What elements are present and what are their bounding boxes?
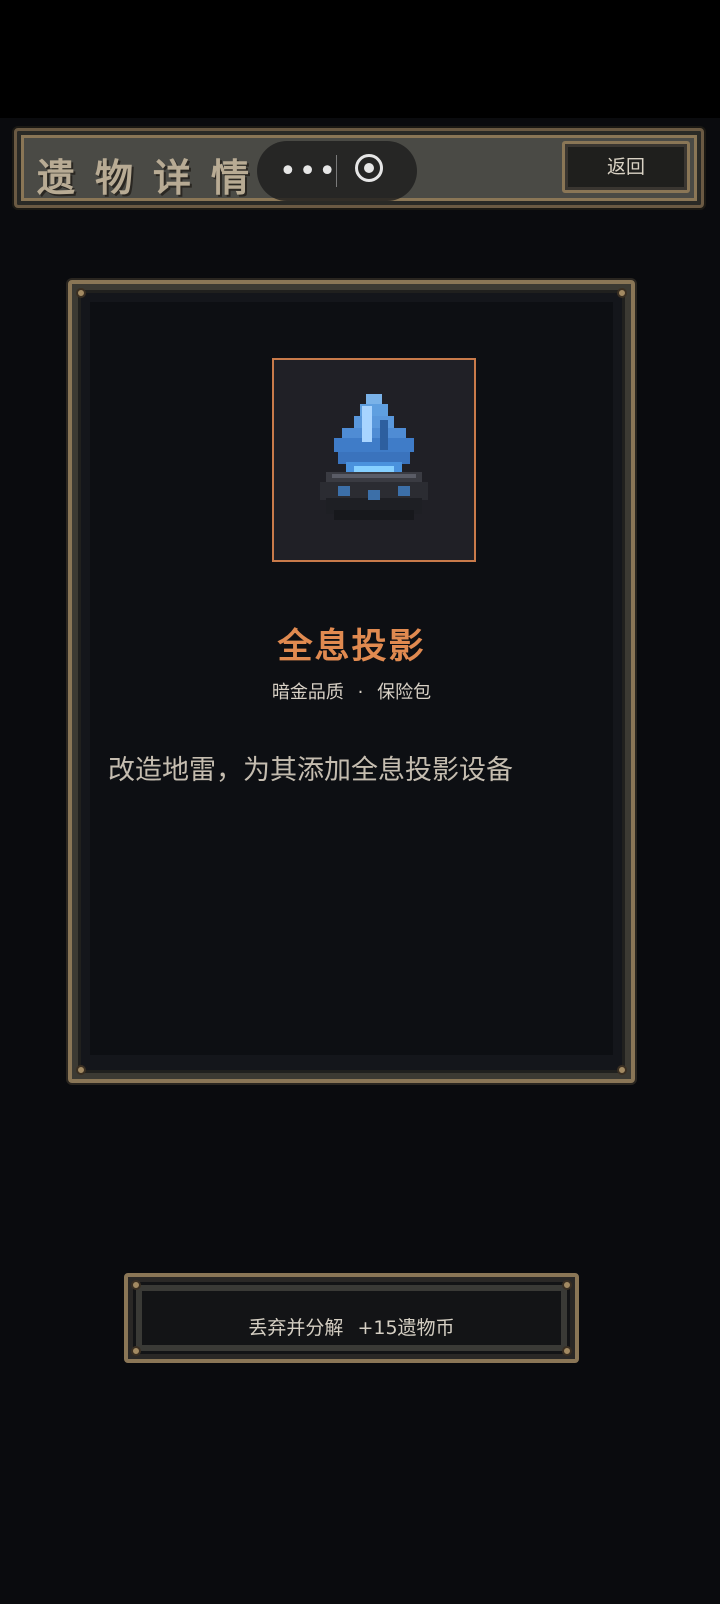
- miniprogram-capsule: •••: [257, 141, 417, 201]
- close-target-icon[interactable]: [355, 154, 383, 182]
- relic-detail-card: 全息投影 暗金品质 · 保险包 改造地雷，为其添加全息投影设备: [68, 280, 635, 1083]
- back-button[interactable]: 返回: [562, 141, 690, 193]
- relic-icon-frame: [272, 358, 476, 562]
- corner-rivet: [131, 1280, 141, 1290]
- corner-rivet: [562, 1346, 572, 1356]
- card-content: 全息投影 暗金品质 · 保险包 改造地雷，为其添加全息投影设备: [90, 302, 613, 1055]
- relic-quality: 暗金品质: [271, 682, 344, 703]
- corner-rivet: [131, 1346, 141, 1356]
- hologram-projector-icon: [320, 394, 428, 520]
- relic-meta: 暗金品质 · 保险包: [90, 678, 613, 704]
- discard-decompose-button[interactable]: 丢弃并分解 +15遗物币: [124, 1273, 579, 1363]
- corner-rivet: [562, 1280, 572, 1290]
- discard-label: 丢弃并分解 +15遗物币: [248, 1317, 455, 1339]
- meta-separator: ·: [357, 682, 364, 703]
- page-title: 遗物详情: [37, 156, 270, 200]
- corner-rivet: [617, 288, 627, 298]
- discard-button-face: 丢弃并分解 +15遗物币: [142, 1291, 561, 1345]
- header-bar: 遗物详情 ••• 返回: [14, 128, 704, 208]
- relic-description: 改造地雷，为其添加全息投影设备: [108, 755, 513, 786]
- relic-name: 全息投影: [277, 627, 426, 667]
- status-bar: [0, 0, 720, 118]
- corner-rivet: [76, 288, 86, 298]
- more-icon[interactable]: •••: [279, 154, 338, 189]
- capsule-divider: [336, 155, 337, 187]
- corner-rivet: [76, 1065, 86, 1075]
- relic-slot: 保险包: [377, 682, 432, 703]
- corner-rivet: [617, 1065, 627, 1075]
